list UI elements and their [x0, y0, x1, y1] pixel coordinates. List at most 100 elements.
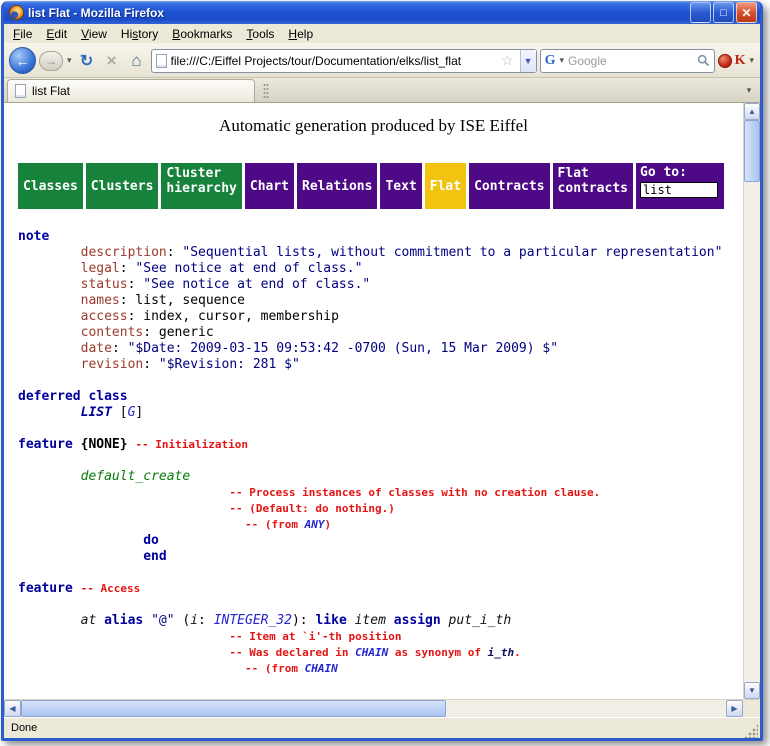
nav-button-contracts[interactable]: Contracts — [469, 163, 549, 209]
url-bar[interactable]: file:///C:/Eiffel Projects/tour/Document… — [151, 49, 537, 73]
code-text — [18, 309, 81, 324]
maximize-button[interactable]: □ — [713, 2, 734, 23]
code-line: description: "Sequential lists, without … — [18, 245, 743, 261]
resize-grip[interactable] — [744, 724, 758, 738]
class-link[interactable]: i_th — [488, 646, 515, 659]
history-dropdown-button[interactable]: ▾ — [66, 55, 73, 66]
code-line — [18, 373, 743, 389]
code-line: note — [18, 229, 743, 245]
nav-button-flat-contracts[interactable]: Flatcontracts — [553, 163, 633, 209]
nav-button-classes[interactable]: Classes — [18, 163, 83, 209]
menu-item-history[interactable]: History — [114, 25, 165, 43]
class-link[interactable]: CHAIN — [305, 662, 338, 675]
site-favicon — [156, 54, 167, 68]
code-line: feature -- Access — [18, 581, 743, 597]
stop-button[interactable]: × — [101, 50, 123, 72]
code-line — [18, 421, 743, 437]
scroll-up-button[interactable]: ▲ — [744, 103, 760, 120]
code-text: : — [128, 277, 144, 292]
nav-button-flat[interactable]: Flat — [425, 163, 466, 209]
nav-button-text[interactable]: Text — [380, 163, 421, 209]
menu-item-file[interactable]: File — [6, 25, 39, 43]
vertical-scroll-track[interactable] — [744, 120, 760, 682]
class-link[interactable]: INTEGER_32 — [214, 613, 292, 628]
code-text: ): — [292, 613, 315, 628]
k-extension-icon[interactable]: K — [735, 53, 746, 69]
code-text — [18, 517, 245, 532]
horizontal-scroll-thumb[interactable] — [21, 700, 446, 717]
page-content: Automatic generation produced by ISE Eif… — [4, 103, 743, 699]
doc-nav-button-row: ClassesClustersClusterhierarchyChartRela… — [18, 163, 743, 209]
horizontal-scroll-track[interactable] — [21, 700, 726, 717]
code-text: ( — [175, 613, 191, 628]
nav-button-cluster-hierarchy[interactable]: Clusterhierarchy — [161, 163, 241, 209]
search-box[interactable]: G ▾ Google — [540, 49, 715, 73]
code-text — [18, 645, 229, 660]
code-text: [ — [112, 405, 128, 420]
scroll-right-button[interactable]: ▶ — [726, 700, 743, 717]
vertical-scrollbar[interactable]: ▲ ▼ — [743, 103, 760, 699]
tab-bar: list Flat ▾ — [4, 78, 760, 103]
reload-button[interactable]: ↻ — [76, 50, 98, 72]
search-input[interactable]: Google — [568, 54, 694, 68]
forward-button[interactable]: → — [39, 51, 63, 71]
code-text — [18, 661, 245, 676]
code-text — [18, 613, 81, 628]
code-text: : list, sequence — [120, 293, 245, 308]
search-magnifier-icon[interactable] — [697, 54, 710, 67]
code-line: deferred class — [18, 389, 743, 405]
code-text: "Sequential lists, without commitment to… — [182, 245, 722, 260]
tab-strip-grip — [263, 83, 269, 98]
goto-input[interactable] — [640, 182, 718, 198]
menu-item-help[interactable]: Help — [281, 25, 320, 43]
scroll-down-button[interactable]: ▼ — [744, 682, 760, 699]
code-text: access — [81, 309, 128, 324]
code-text: i — [190, 613, 198, 628]
code-text — [18, 629, 229, 644]
back-button[interactable]: ← — [9, 47, 36, 74]
menu-item-edit[interactable]: Edit — [39, 25, 74, 43]
menu-item-bookmarks[interactable]: Bookmarks — [165, 25, 239, 43]
code-text: ] — [135, 405, 143, 420]
code-line: feature {NONE} -- Initialization — [18, 437, 743, 453]
nav-button-relations[interactable]: Relations — [297, 163, 377, 209]
scroll-left-button[interactable]: ◀ — [4, 700, 21, 717]
search-engine-dropdown[interactable]: ▾ — [558, 55, 565, 66]
minimize-button[interactable]: _ — [690, 2, 711, 23]
code-text: deferred class — [18, 389, 128, 404]
stop-icon: × — [107, 51, 117, 71]
scrollbar-corner — [743, 699, 760, 717]
vertical-scroll-thumb[interactable] — [744, 120, 760, 182]
tab-list-flat[interactable]: list Flat — [7, 79, 255, 102]
menu-item-view[interactable]: View — [74, 25, 114, 43]
navigation-toolbar: ← → ▾ ↻ × ⌂ file:///C:/Eiffel Projects/t… — [4, 44, 760, 78]
code-text — [18, 341, 81, 356]
title-bar[interactable]: list Flat - Mozilla Firefox _ □ ✕ — [4, 1, 760, 24]
class-link[interactable]: CHAIN — [355, 646, 388, 659]
code-text — [441, 613, 449, 628]
code-text: . — [514, 646, 521, 659]
doc-nav-buttons: ClassesClustersClusterhierarchyChartRela… — [18, 163, 633, 209]
menu-item-tools[interactable]: Tools — [239, 25, 281, 43]
code-text — [18, 405, 81, 420]
code-text: -- Item at `i'-th position — [229, 630, 401, 643]
code-line: default_create — [18, 469, 743, 485]
code-text — [18, 469, 81, 484]
code-text: : — [112, 341, 128, 356]
code-text: feature — [18, 437, 73, 452]
nav-button-chart[interactable]: Chart — [245, 163, 294, 209]
code-line: -- (from ANY) — [18, 517, 743, 533]
code-line: status: "See notice at end of class." — [18, 277, 743, 293]
class-link[interactable]: ANY — [305, 518, 325, 531]
extension-icon[interactable] — [718, 54, 732, 68]
close-button[interactable]: ✕ — [736, 2, 757, 23]
home-button[interactable]: ⌂ — [126, 50, 148, 72]
nav-button-clusters[interactable]: Clusters — [86, 163, 159, 209]
bookmark-star-icon[interactable]: ☆ — [499, 52, 516, 69]
code-line: at alias "@" (i: INTEGER_32): like item … — [18, 613, 743, 629]
url-text[interactable]: file:///C:/Eiffel Projects/tour/Document… — [171, 54, 495, 68]
horizontal-scrollbar[interactable]: ◀ ▶ — [4, 699, 743, 717]
url-dropdown-button[interactable]: ▼ — [520, 50, 536, 72]
toolbar-overflow-arrow[interactable]: ▾ — [748, 55, 755, 66]
list-all-tabs-button[interactable]: ▾ — [740, 81, 758, 100]
